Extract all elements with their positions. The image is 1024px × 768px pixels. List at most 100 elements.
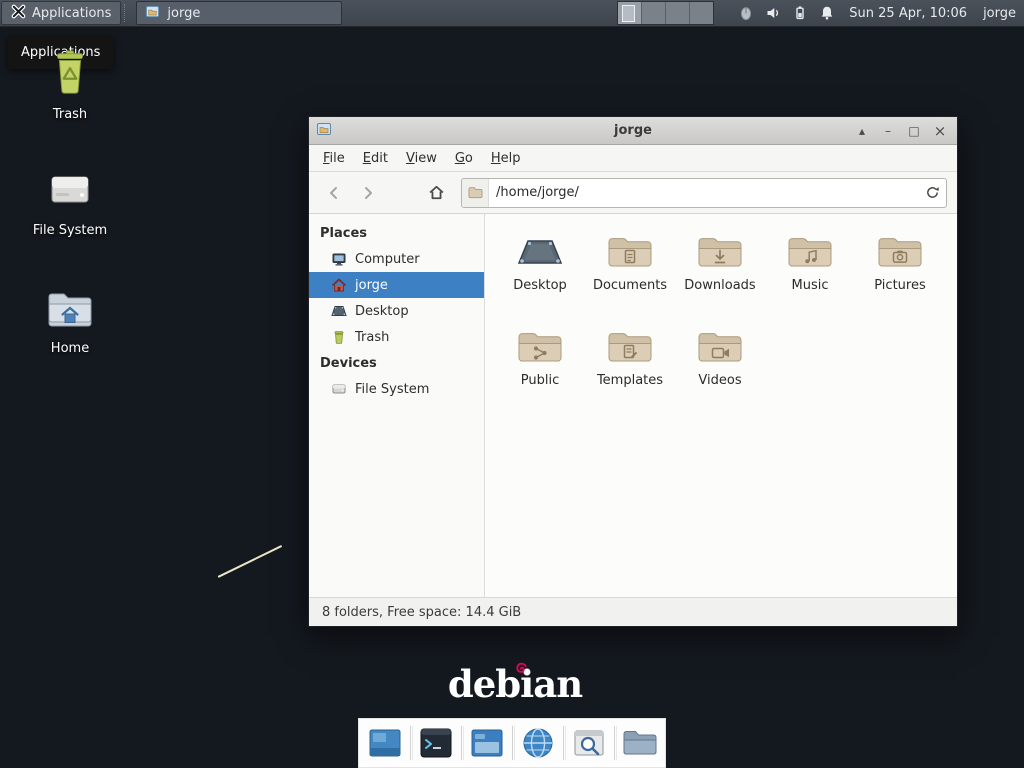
downloads-emblem-icon	[696, 228, 744, 272]
folder-label: Pictures	[874, 278, 925, 293]
folder-launcher[interactable]	[620, 722, 660, 764]
folder-view[interactable]: Desktop Documents	[485, 214, 957, 597]
dock-separator	[461, 726, 462, 760]
home-button[interactable]	[421, 179, 451, 207]
folder-item-documents[interactable]: Documents	[585, 228, 675, 308]
reload-icon	[925, 185, 940, 200]
sidebar-item-trash[interactable]: Trash	[309, 324, 484, 350]
workspace-switcher	[617, 1, 714, 25]
debian-swirl-icon	[514, 661, 529, 676]
share-emblem-icon	[516, 323, 564, 367]
sidebar-item-desktop[interactable]: Desktop	[309, 298, 484, 324]
folder-item-downloads[interactable]: Downloads	[675, 228, 765, 308]
documents-emblem-icon	[606, 228, 654, 272]
menu-edit[interactable]: Edit	[354, 148, 397, 169]
workspace-1[interactable]	[618, 2, 642, 24]
forward-button[interactable]	[353, 179, 383, 207]
folder-label: Public	[521, 373, 559, 388]
desktop-icon-label: Home	[51, 341, 89, 356]
sidebar-header-places: Places	[309, 220, 484, 246]
terminal-icon	[419, 726, 453, 760]
back-button[interactable]	[319, 179, 349, 207]
menu-help[interactable]: Help	[482, 148, 530, 169]
taskbar-window-button[interactable]: jorge	[136, 1, 342, 25]
folder-icon	[622, 728, 658, 758]
sidebar-item-label: jorge	[355, 278, 388, 293]
bottom-dock	[358, 718, 666, 768]
folder-item-desktop[interactable]: Desktop	[495, 228, 585, 308]
app-finder-magnifier-icon	[572, 726, 606, 760]
menu-go[interactable]: Go	[446, 148, 482, 169]
folder-label: Downloads	[684, 278, 755, 293]
computer-icon	[331, 251, 347, 267]
folder-item-public[interactable]: Public	[495, 323, 585, 403]
panel-spacer	[344, 0, 617, 26]
workspace-4[interactable]	[690, 2, 713, 24]
mouse-settings-icon[interactable]	[738, 5, 754, 21]
taskbar-window-title: jorge	[167, 6, 200, 21]
dock-separator	[563, 726, 564, 760]
file-manager-launcher[interactable]	[467, 722, 507, 764]
window-controls: ▴ – □ ×	[852, 121, 950, 141]
desktop-icon-label: File System	[33, 223, 107, 238]
panel-clock[interactable]: Sun 25 Apr, 10:06	[849, 0, 967, 26]
battery-icon[interactable]	[792, 5, 808, 21]
applications-menu-button[interactable]: Applications	[1, 1, 121, 25]
folder-item-videos[interactable]: Videos	[675, 323, 765, 403]
file-manager-window: jorge ▴ – □ × File Edit View Go Help	[308, 116, 958, 627]
home-icon	[331, 277, 347, 293]
desktop-icon-home[interactable]: Home	[22, 288, 118, 356]
menu-file[interactable]: File	[314, 148, 354, 169]
desktop: Applications jorge	[0, 0, 1024, 768]
menu-bar: File Edit View Go Help	[309, 145, 957, 172]
sidebar-item-jorge[interactable]: jorge	[309, 272, 484, 298]
status-text: 8 folders, Free space: 14.4 GiB	[322, 605, 521, 620]
menu-view[interactable]: View	[397, 148, 446, 169]
up-button[interactable]	[387, 179, 417, 207]
volume-icon[interactable]	[765, 5, 781, 21]
reload-button[interactable]	[918, 179, 946, 207]
web-browser-globe-icon	[521, 726, 555, 760]
sidebar-item-label: File System	[355, 382, 429, 397]
app-finder-launcher[interactable]	[569, 722, 609, 764]
folder-label: Music	[792, 278, 829, 293]
status-bar: 8 folders, Free space: 14.4 GiB	[309, 597, 957, 626]
location-input[interactable]	[489, 185, 918, 200]
location-bar[interactable]	[461, 178, 947, 208]
close-button[interactable]: ×	[930, 121, 950, 141]
notification-bell-icon[interactable]	[819, 5, 835, 21]
shade-button[interactable]: ▴	[852, 121, 872, 141]
trash-icon	[47, 48, 93, 98]
top-panel: Applications jorge	[0, 0, 1024, 27]
sidebar-item-file-system[interactable]: File System	[309, 376, 484, 402]
trash-icon	[331, 329, 347, 345]
sidebar-item-computer[interactable]: Computer	[309, 246, 484, 272]
window-titlebar[interactable]: jorge ▴ – □ ×	[309, 117, 957, 145]
sidebar-item-label: Desktop	[355, 304, 409, 319]
folder-item-templates[interactable]: Templates	[585, 323, 675, 403]
workspace-3[interactable]	[666, 2, 690, 24]
up-icon	[394, 185, 410, 201]
desktop-icon-trash[interactable]: Trash	[22, 48, 118, 122]
folder-item-pictures[interactable]: Pictures	[855, 228, 945, 308]
sidebar-header-devices: Devices	[309, 350, 484, 376]
web-browser-launcher[interactable]	[518, 722, 558, 764]
dock-separator	[614, 726, 615, 760]
show-desktop-launcher[interactable]	[365, 722, 405, 764]
show-desktop-icon	[368, 726, 402, 760]
folder-label: Documents	[593, 278, 667, 293]
terminal-launcher[interactable]	[416, 722, 456, 764]
panel-username[interactable]: jorge	[983, 0, 1016, 26]
folder-item-music[interactable]: Music	[765, 228, 855, 308]
dock-separator	[512, 726, 513, 760]
minimize-button[interactable]: –	[878, 121, 898, 141]
desktop-icon-label: Trash	[53, 107, 87, 122]
desk-icon	[516, 228, 564, 272]
sidebar-item-label: Trash	[355, 330, 389, 345]
workspace-2[interactable]	[642, 2, 666, 24]
toolbar	[309, 172, 957, 214]
videos-emblem-icon	[696, 323, 744, 367]
desktop-icon-file-system[interactable]: File System	[22, 166, 118, 238]
desktop-icon	[331, 303, 347, 319]
maximize-button[interactable]: □	[904, 121, 924, 141]
